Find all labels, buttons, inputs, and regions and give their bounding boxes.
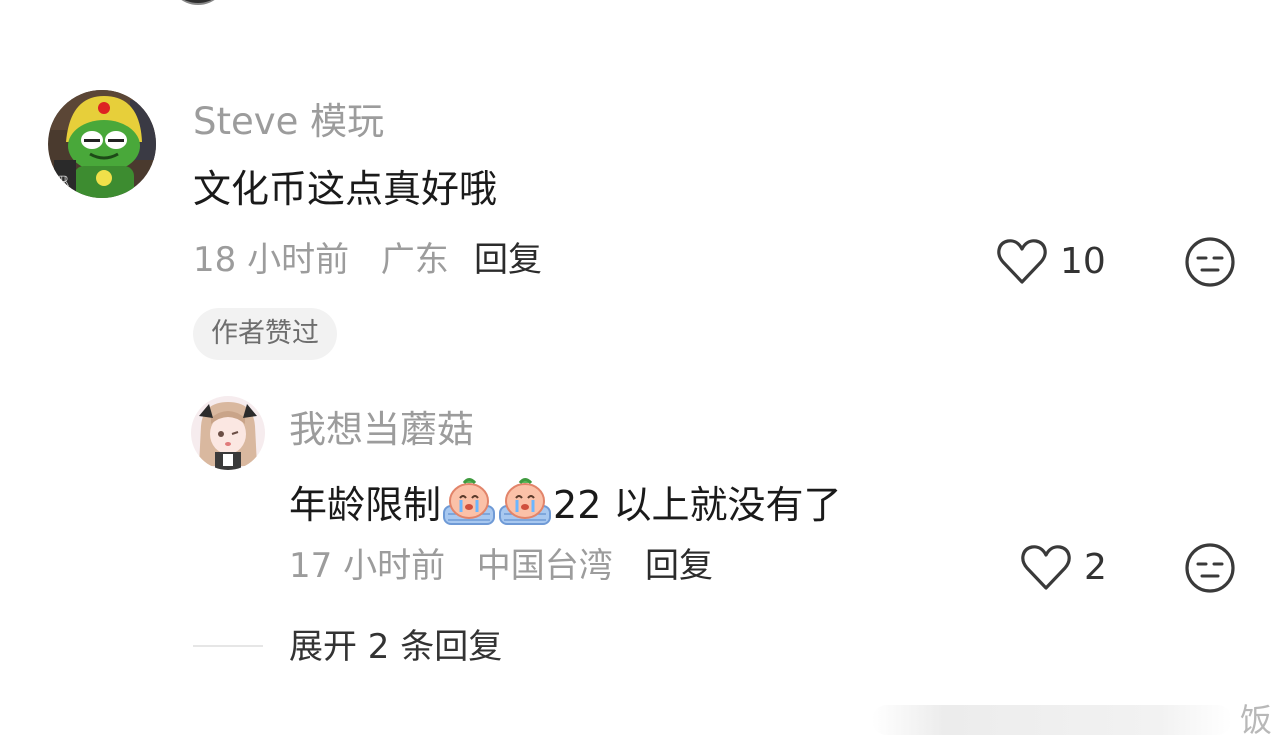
reply-like-count: 2 xyxy=(1084,547,1107,588)
neutral-face-icon xyxy=(1185,543,1235,593)
watermark-text: 饭 xyxy=(1239,701,1272,739)
reply-location: 中国台湾 xyxy=(476,546,613,586)
like-button[interactable]: 10 xyxy=(996,238,1106,286)
neutral-face-icon xyxy=(1185,237,1235,287)
reply-text: 年龄限制 22 以上就没有了 xyxy=(289,474,841,528)
anime-girl-avatar-icon xyxy=(191,396,265,470)
crying-peach-emoji-icon xyxy=(442,474,496,528)
reply-username[interactable]: 我想当蘑菇 xyxy=(289,408,474,452)
keroro-avatar-icon: ℝ xyxy=(48,90,156,198)
previous-comment-avatar xyxy=(168,0,228,5)
reply-dislike-button[interactable] xyxy=(1184,542,1236,598)
comment-meta: 18 小时前 广东 xyxy=(193,240,449,280)
reply-meta: 17 小时前 中国台湾 xyxy=(289,546,613,586)
expand-replies-button[interactable]: 展开 2 条回复 xyxy=(289,627,502,667)
dislike-button[interactable] xyxy=(1184,236,1236,292)
svg-text:ℝ: ℝ xyxy=(58,174,70,190)
crying-peach-emoji-icon xyxy=(498,474,552,528)
reply-text-after: 22 以上就没有了 xyxy=(553,483,842,527)
heart-outline-icon xyxy=(1021,545,1071,590)
comment-username[interactable]: Steve 模玩 xyxy=(193,100,384,144)
reply-avatar[interactable] xyxy=(191,396,265,470)
reply-reply-button[interactable]: 回复 xyxy=(645,546,713,586)
author-liked-badge: 作者赞过 xyxy=(193,308,337,360)
reply-text-before: 年龄限制 xyxy=(289,483,442,527)
reply-like-button[interactable]: 2 xyxy=(1020,544,1107,592)
watermark-blur xyxy=(872,705,1232,735)
like-count: 10 xyxy=(1060,241,1106,282)
reply-time: 17 小时前 xyxy=(289,546,446,586)
reply-button[interactable]: 回复 xyxy=(474,240,542,280)
comment-text: 文化币这点真好哦 xyxy=(193,167,498,211)
avatar[interactable]: ℝ xyxy=(48,90,156,198)
comment-time: 18 小时前 xyxy=(193,240,350,280)
expand-divider xyxy=(193,645,263,647)
comment-location: 广东 xyxy=(380,240,449,280)
heart-outline-icon xyxy=(997,239,1047,284)
